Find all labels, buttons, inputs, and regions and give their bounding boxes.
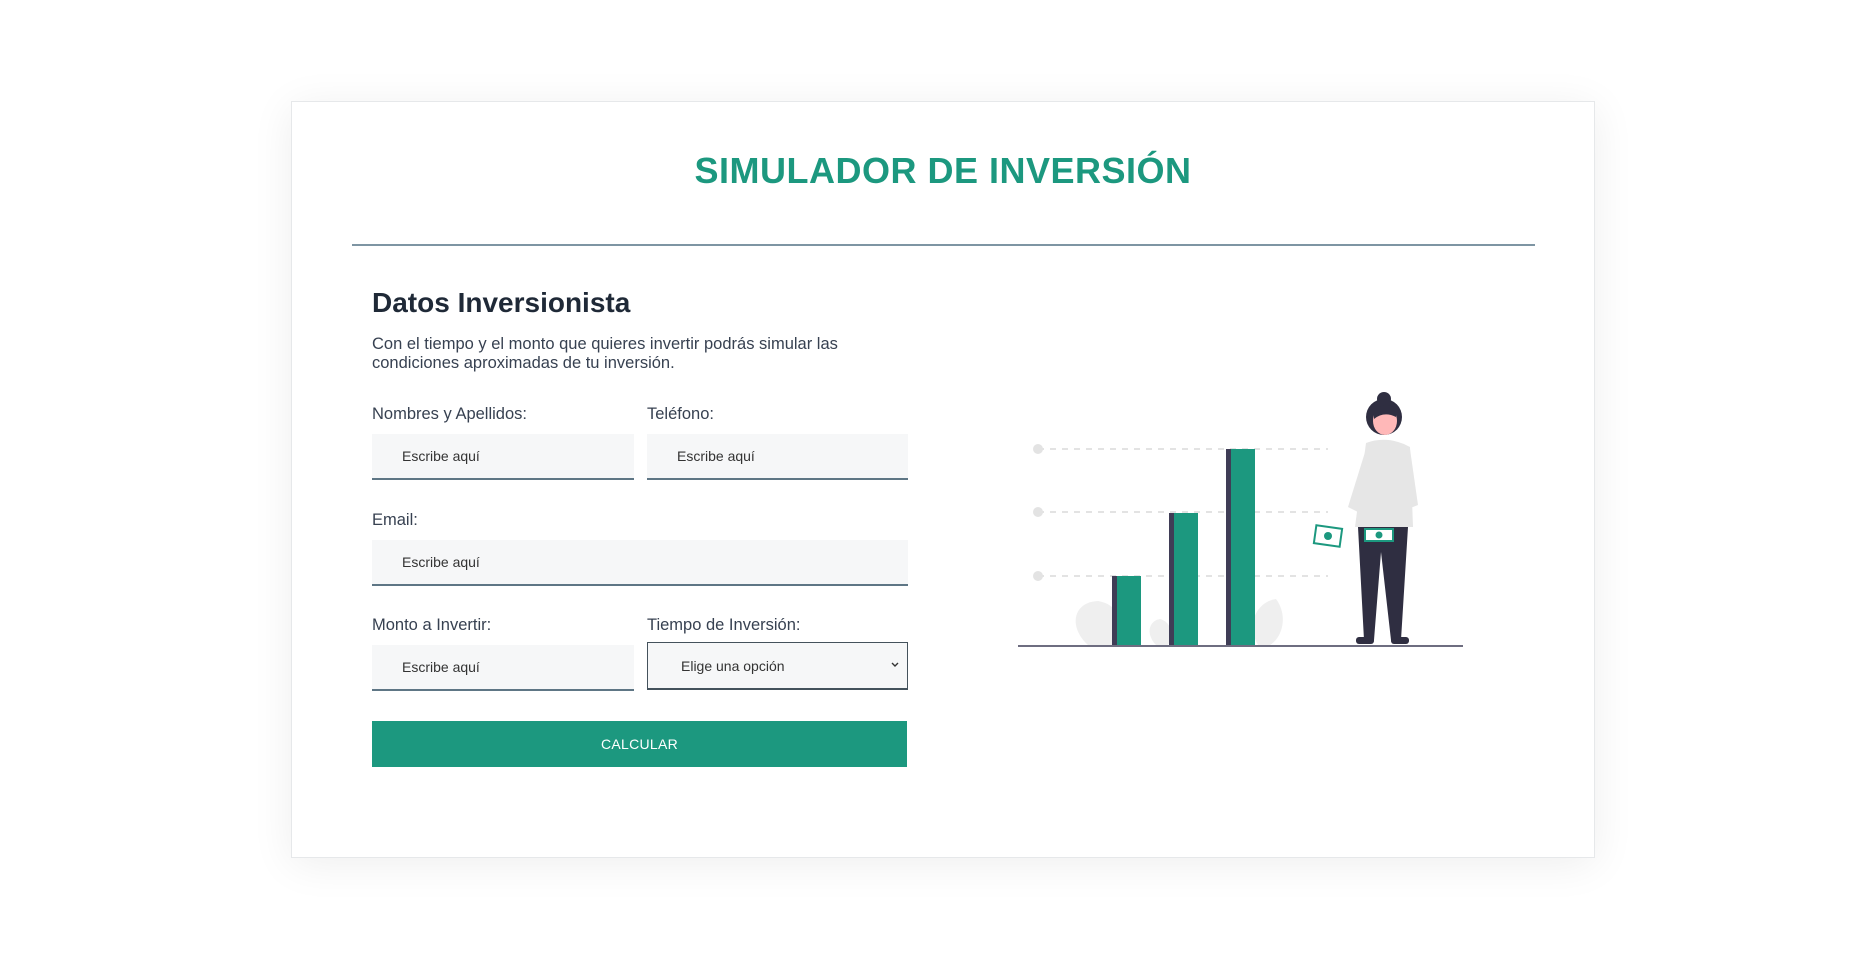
name-label: Nombres y Apellidos:	[372, 405, 527, 423]
bar-chart	[1112, 449, 1255, 645]
email-label: Email:	[372, 511, 418, 529]
guide-dots	[1033, 444, 1043, 581]
investment-illustration	[1018, 387, 1463, 672]
phone-label: Teléfono:	[647, 405, 714, 423]
time-label: Tiempo de Inversión:	[647, 616, 801, 634]
time-select-value: Elige una opción	[681, 658, 785, 674]
section-description: Con el tiempo y el monto que quieres inv…	[372, 335, 838, 372]
section-title: Datos Inversionista	[372, 287, 631, 318]
page-title: SIMULADOR DE INVERSIÓN	[694, 150, 1192, 191]
email-input[interactable]	[372, 540, 908, 586]
chevron-down-icon	[889, 657, 901, 673]
header-divider	[352, 244, 1535, 246]
name-input[interactable]	[372, 434, 634, 480]
person-figure	[1312, 392, 1418, 644]
amount-input[interactable]	[372, 645, 634, 691]
simulator-card: SIMULADOR DE INVERSIÓN Datos Inversionis…	[291, 101, 1595, 858]
time-select[interactable]: Elige una opción	[647, 642, 908, 690]
phone-input[interactable]	[647, 434, 908, 480]
illustration-graphic	[1018, 392, 1463, 647]
calculate-button[interactable]: CALCULAR	[372, 721, 907, 767]
amount-label: Monto a Invertir:	[372, 616, 492, 634]
